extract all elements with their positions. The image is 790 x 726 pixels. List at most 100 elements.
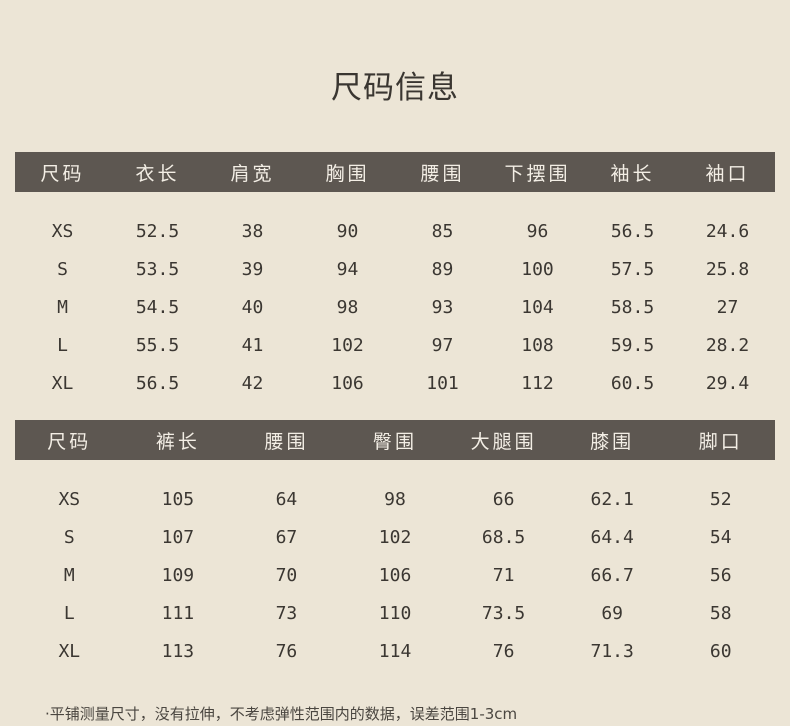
column-header: 腰围 [264, 430, 309, 453]
column-header: 腰围 [420, 162, 465, 185]
size-label-cell: M [63, 564, 75, 586]
table-row: L 111 73 110 73.5 69 58 [15, 594, 775, 632]
measurement-cell: 69 [601, 602, 624, 624]
measurement-cell: 101 [426, 372, 459, 394]
measurement-cell: 76 [275, 640, 298, 662]
tops-table-body: XS 52.5 38 90 85 96 56.5 24.6 S 53.5 39 94 89 100 57.5… [15, 192, 775, 402]
measurement-cell: 113 [161, 640, 195, 662]
measurement-cell: 98 [336, 296, 359, 318]
measurement-cell: 39 [241, 258, 264, 280]
measurement-cell: 27 [716, 296, 739, 318]
measurement-cell: 59.5 [610, 334, 655, 356]
measurement-cell: 112 [521, 372, 554, 394]
measurement-cell: 106 [378, 564, 412, 586]
table-row: M 109 70 106 71 66.7 56 [15, 556, 775, 594]
measurement-cell: 107 [161, 526, 195, 548]
measurement-cell: 68.5 [481, 526, 526, 548]
measurement-cell: 64.4 [590, 526, 634, 548]
measurement-cell: 97 [431, 334, 454, 356]
size-label-cell: XS [58, 488, 81, 510]
measurement-cell: 58.5 [610, 296, 655, 318]
measurement-cell: 96 [526, 220, 549, 242]
bottoms-size-table: 尺码 裤长 腰围 臀围 大腿围 膝围 脚口 XS 105 64 98 66 62.1 52 S 107 67 1… [15, 420, 775, 670]
measurement-cell: 85 [431, 220, 454, 242]
measurement-cell: 108 [521, 334, 554, 356]
size-label-cell: XS [51, 220, 74, 242]
measurement-cell: 71 [492, 564, 515, 586]
page-title: 尺码信息 [331, 70, 459, 106]
measurement-cell: 93 [431, 296, 454, 318]
measurement-cell: 42 [241, 372, 264, 394]
size-label-cell: S [57, 258, 68, 280]
measurement-cell: 111 [161, 602, 195, 624]
measurement-cell: 56 [709, 564, 732, 586]
column-header: 尺码 [47, 430, 92, 453]
column-header: 袖口 [705, 162, 750, 185]
measurement-cell: 66.7 [590, 564, 634, 586]
measurement-cell: 71.3 [590, 640, 634, 662]
measurement-cell: 52.5 [135, 220, 180, 242]
measurement-cell: 62.1 [590, 488, 634, 510]
table-row: L 55.5 41 102 97 108 59.5 28.2 [15, 326, 775, 364]
measurement-cell: 73.5 [481, 602, 526, 624]
measurement-cell: 114 [378, 640, 412, 662]
measurement-cell: 102 [378, 526, 412, 548]
measurement-cell: 56.5 [610, 220, 655, 242]
measurement-cell: 89 [431, 258, 454, 280]
measurement-cell: 24.6 [705, 220, 750, 242]
measurement-cell: 100 [521, 258, 554, 280]
size-label-cell: S [63, 526, 75, 548]
column-header: 下摆围 [504, 162, 571, 185]
measurement-cell: 64 [275, 488, 298, 510]
measurement-cell: 57.5 [610, 258, 655, 280]
measurement-cell: 73 [275, 602, 298, 624]
measurement-cell: 58 [709, 602, 732, 624]
column-header: 脚口 [698, 430, 743, 453]
table-row: XS 52.5 38 90 85 96 56.5 24.6 [15, 212, 775, 250]
measurement-cell: 60.5 [610, 372, 655, 394]
measurement-cell: 28.2 [705, 334, 750, 356]
size-label-cell: L [57, 334, 68, 356]
column-header: 大腿围 [470, 430, 537, 453]
measurement-cell: 40 [241, 296, 264, 318]
column-header: 臀围 [373, 430, 418, 453]
measurement-cell: 66 [492, 488, 515, 510]
measurement-cell: 102 [331, 334, 364, 356]
measurement-cell: 29.4 [705, 372, 750, 394]
column-header: 衣长 [135, 162, 180, 185]
table-row: S 107 67 102 68.5 64.4 54 [15, 518, 775, 556]
measurement-cell: 60 [709, 640, 732, 662]
size-label-cell: XL [51, 372, 74, 394]
column-header: 尺码 [40, 162, 85, 185]
column-header: 胸围 [325, 162, 370, 185]
measurement-cell: 90 [336, 220, 359, 242]
bottoms-table-header: 尺码 裤长 腰围 臀围 大腿围 膝围 脚口 [15, 420, 775, 460]
table-row: XS 105 64 98 66 62.1 52 [15, 480, 775, 518]
column-header: 肩宽 [230, 162, 275, 185]
measurement-cell: 52 [709, 488, 732, 510]
measurement-cell: 106 [331, 372, 364, 394]
table-row: XL 56.5 42 106 101 112 60.5 29.4 [15, 364, 775, 402]
column-header: 膝围 [590, 430, 635, 453]
column-header: 袖长 [610, 162, 655, 185]
measurement-cell: 76 [492, 640, 515, 662]
measurement-cell: 56.5 [135, 372, 180, 394]
size-label-cell: M [57, 296, 68, 318]
tops-size-table: 尺码 衣长 肩宽 胸围 腰围 下摆围 袖长 袖口 XS 52.5 38 90 85 96 56.5 24.6… [15, 152, 775, 402]
measurement-cell: 55.5 [135, 334, 180, 356]
measurement-cell: 70 [275, 564, 298, 586]
measurement-cell: 105 [161, 488, 195, 510]
measurement-footnote: ·平铺测量尺寸，没有拉伸，不考虑弹性范围内的数据，误差范围1-3cm [45, 705, 518, 723]
column-header: 裤长 [155, 430, 200, 453]
measurement-cell: 25.8 [705, 258, 750, 280]
measurement-cell: 104 [521, 296, 554, 318]
table-row: M 54.5 40 98 93 104 58.5 27 [15, 288, 775, 326]
size-label-cell: L [63, 602, 75, 624]
measurement-cell: 94 [336, 258, 359, 280]
measurement-cell: 67 [275, 526, 298, 548]
measurement-cell: 54 [709, 526, 732, 548]
measurement-cell: 38 [241, 220, 264, 242]
table-row: S 53.5 39 94 89 100 57.5 25.8 [15, 250, 775, 288]
tops-table-header: 尺码 衣长 肩宽 胸围 腰围 下摆围 袖长 袖口 [15, 152, 775, 192]
measurement-cell: 110 [378, 602, 412, 624]
